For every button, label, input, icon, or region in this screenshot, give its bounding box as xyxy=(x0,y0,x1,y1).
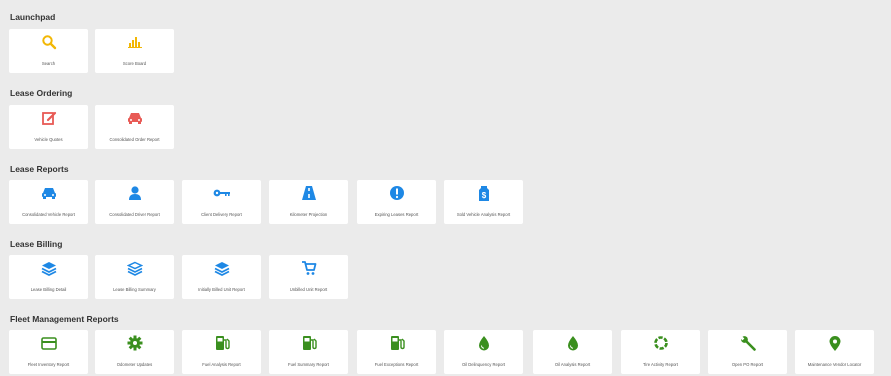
tile-vehicle-quotes[interactable]: Vehicle Quotes xyxy=(9,105,88,149)
tile-oil-analysis-report[interactable]: Oil Analysis Report xyxy=(533,330,612,374)
search-icon xyxy=(9,33,88,51)
lease-reports-title: Lease Reports xyxy=(10,164,69,174)
tile-open-po-report[interactable]: Open PO Report xyxy=(708,330,787,374)
tile-label: Consolidated Vehicle Report xyxy=(22,212,75,217)
fuel-pump-icon xyxy=(269,334,348,352)
car-icon xyxy=(9,184,88,202)
tile-label: Score Board xyxy=(122,61,147,66)
layers-icon xyxy=(9,259,88,277)
gear-icon xyxy=(95,334,174,352)
alert-icon xyxy=(357,184,436,202)
tile-kilometer-projection[interactable]: Kilometer Projection xyxy=(269,180,348,224)
road-icon xyxy=(269,184,348,202)
tile-odometer-updates[interactable]: Odometer Updates xyxy=(95,330,174,374)
bar-chart-icon xyxy=(95,33,174,51)
driver-icon xyxy=(95,184,174,202)
layers-icon xyxy=(182,259,261,277)
tile-label: Sold Vehicle Analysis Report xyxy=(456,212,511,217)
tile-label: Vehicle Quotes xyxy=(34,137,63,142)
layers-outline-icon xyxy=(95,259,174,277)
tile-consolidated-vehicle-report[interactable]: Consolidated Vehicle Report xyxy=(9,180,88,224)
tile-label: Client Delivery Report xyxy=(201,212,242,217)
tile-initially-billed-unit-report[interactable]: Initially Billed Unit Report xyxy=(182,255,261,299)
tile-fleet-inventory-report[interactable]: Fleet Inventory Report xyxy=(9,330,88,374)
lease-billing-title: Lease Billing xyxy=(10,239,63,249)
tile-search[interactable]: Search xyxy=(9,29,88,73)
tile-fuel-summary-report[interactable]: Fuel Summary Report xyxy=(269,330,348,374)
wrench-icon xyxy=(708,334,787,352)
tile-label: Initially Billed Unit Report xyxy=(198,287,245,292)
tile-label: Consolidated Driver Report xyxy=(109,212,160,217)
tile-lease-billing-summary[interactable]: Lease Billing Summary xyxy=(95,255,174,299)
car-icon xyxy=(95,109,174,127)
tile-fuel-exceptions-report[interactable]: Fuel Exceptions Report xyxy=(357,330,436,374)
edit-icon xyxy=(9,109,88,127)
tile-label: Unbilled Unit Report xyxy=(289,287,328,292)
tile-label: Lease Billing Detail xyxy=(30,287,67,292)
tile-label: Oil Delinquency Report xyxy=(461,362,506,367)
fuel-pump-icon xyxy=(182,334,261,352)
svg-text:$: $ xyxy=(481,191,486,200)
tile-label: Oil Analysis Report xyxy=(554,362,591,367)
key-icon xyxy=(182,184,261,202)
tile-consolidated-driver-report[interactable]: Consolidated Driver Report xyxy=(95,180,174,224)
tile-label: Fuel Exceptions Report xyxy=(374,362,419,367)
tile-label: Consolidated Order Report xyxy=(109,137,160,142)
tile-oil-delinquency-report[interactable]: Oil Delinquency Report xyxy=(444,330,523,374)
oil-drop-icon xyxy=(444,334,523,352)
fleet-management-title: Fleet Management Reports xyxy=(10,314,119,324)
tile-label: Tire Activity Report xyxy=(643,362,678,367)
tile-label: Fuel Summary Report xyxy=(288,362,329,367)
tile-tire-activity-report[interactable]: Tire Activity Report xyxy=(621,330,700,374)
tile-label: Maintenance Vendor Locator xyxy=(807,362,862,367)
cart-icon xyxy=(269,259,348,277)
tile-label: Expiring Leases Report xyxy=(374,212,419,217)
tile-label: Fuel Analysis Report xyxy=(202,362,241,367)
price-tag-icon: $ xyxy=(444,184,523,202)
lease-ordering-title: Lease Ordering xyxy=(10,88,73,98)
tile-label: Search xyxy=(41,61,56,66)
tile-consolidated-order-report[interactable]: Consolidated Order Report xyxy=(95,105,174,149)
oil-drop-icon xyxy=(533,334,612,352)
tile-lease-billing-detail[interactable]: Lease Billing Detail xyxy=(9,255,88,299)
tile-fuel-analysis-report[interactable]: Fuel Analysis Report xyxy=(182,330,261,374)
tile-client-delivery-report[interactable]: Client Delivery Report xyxy=(182,180,261,224)
tile-maintenance-vendor-locator[interactable]: Maintenance Vendor Locator xyxy=(795,330,874,374)
tile-expiring-leases-report[interactable]: Expiring Leases Report xyxy=(357,180,436,224)
tile-sold-vehicle-analysis-report[interactable]: $ Sold Vehicle Analysis Report xyxy=(444,180,523,224)
card-icon xyxy=(9,334,88,352)
tire-icon xyxy=(621,334,700,352)
tile-label: Open PO Report xyxy=(731,362,764,367)
tile-score-board[interactable]: Score Board xyxy=(95,29,174,73)
map-pin-icon xyxy=(795,334,874,352)
tile-unbilled-unit-report[interactable]: Unbilled Unit Report xyxy=(269,255,348,299)
tile-label: Fleet Inventory Report xyxy=(27,362,70,367)
tile-label: Kilometer Projection xyxy=(289,212,328,217)
fuel-pump-icon xyxy=(357,334,436,352)
tile-label: Lease Billing Summary xyxy=(113,287,156,292)
tile-label: Odometer Updates xyxy=(116,362,153,367)
launchpad-title: Launchpad xyxy=(10,12,56,22)
